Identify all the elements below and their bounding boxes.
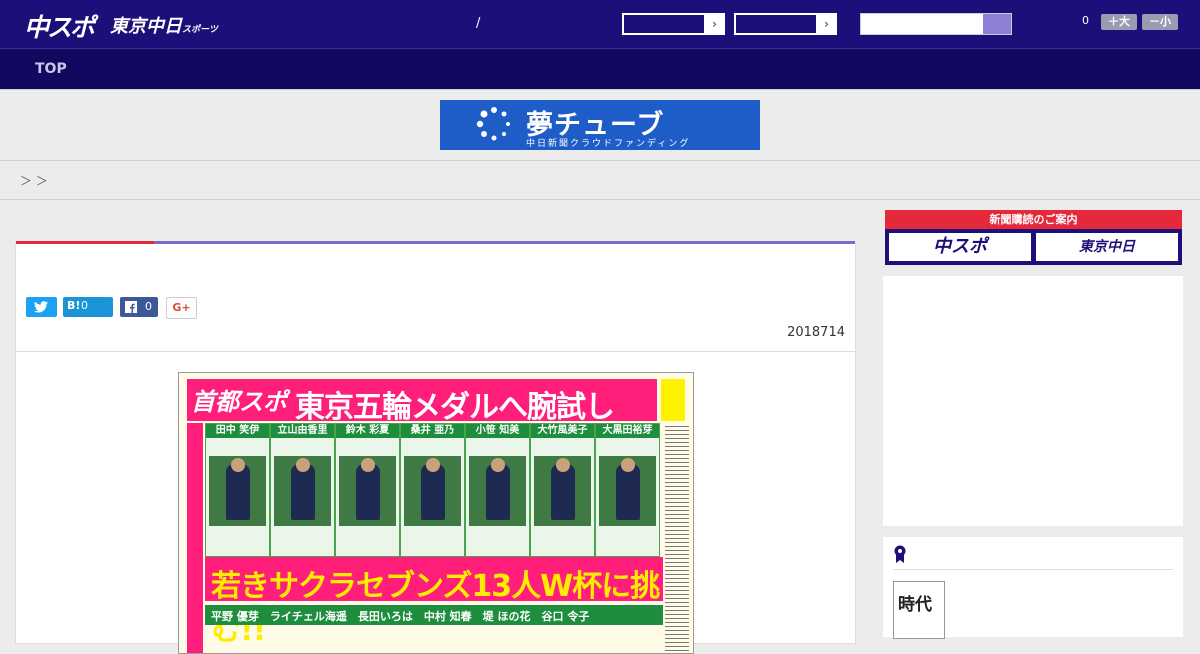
newspaper-side-box <box>661 379 685 421</box>
player-card: 大竹風美子 <box>530 423 595 557</box>
facebook-count: 0 <box>145 300 152 313</box>
newspaper-subheadline-bar: 若きサクラセブンズ13人W杯に挑む!! <box>205 557 663 648</box>
player-name: 立山由香里 <box>271 424 334 438</box>
dots-circle-icon <box>476 107 510 141</box>
facebook-icon <box>125 301 137 313</box>
ad-slot <box>883 276 1183 526</box>
newspaper-row2-names: 平野 優芽 ライチェル海遥 長田いろは 中村 知春 堤 ほの花 谷口 令子 <box>211 610 590 623</box>
nav-item-top[interactable]: TOP <box>35 61 67 77</box>
tokyo-logo-small: スポーツ <box>182 25 218 35</box>
player-card: 立山由香里 <box>270 423 335 557</box>
subscription-label: 新聞購読のご案内 <box>885 210 1182 229</box>
player-card: 桑井 亜乃 <box>400 423 465 557</box>
accent-line-red <box>16 241 154 244</box>
google-plus-button[interactable]: G+ <box>166 297 197 319</box>
newspaper-image: 首都スポ 東京五輪メダルへ腕試しだ!! 田中 笑伊 立山由香里 鈴木 彩夏 桑井… <box>178 372 694 654</box>
article-date: 2018714 <box>787 325 845 340</box>
divider <box>893 569 1173 570</box>
player-card: 小笹 知美 <box>465 423 530 557</box>
tokyo-chunichi-logo[interactable]: 東京中日スポーツ <box>110 12 218 38</box>
chevron-right-icon[interactable]: › <box>817 14 836 34</box>
player-name: 桑井 亜乃 <box>401 424 464 438</box>
player-name: 田中 笑伊 <box>206 424 269 438</box>
newspaper-left-strip <box>187 423 203 653</box>
ranking-thumbnail[interactable]: 時代 <box>893 581 945 639</box>
subscription-box: 新聞購読のご案内 中スポ 東京中日 <box>885 210 1182 265</box>
hatena-count: 0 <box>81 299 88 312</box>
player-name: 大竹風美子 <box>531 424 594 438</box>
twitter-share-button[interactable] <box>26 297 57 317</box>
hatena-bookmark-button[interactable]: B! 0 <box>63 297 113 317</box>
main-nav: TOP <box>0 49 1200 90</box>
chevron-right-icon[interactable]: › <box>705 14 724 34</box>
player-card: 鈴木 彩夏 <box>335 423 400 557</box>
header-separator: / <box>476 16 481 31</box>
search-button[interactable] <box>983 14 1011 34</box>
ranking-box: 時代 <box>883 537 1183 639</box>
thumbnail-text: 時代 <box>898 595 932 615</box>
player-name: 小笹 知美 <box>466 424 529 438</box>
article-card: B! 0 0 G+ 2018714 首都スポ 東京五輪メダルへ腕試しだ!! 田中… <box>15 241 856 654</box>
ribbon-medal-icon <box>894 545 906 563</box>
yume-tube-banner[interactable]: 夢チューブ 中日新聞クラウドファンディング <box>440 100 760 150</box>
newspaper-name-row: 平野 優芽 ライチェル海遥 長田いろは 中村 知春 堤 ほの花 谷口 令子 <box>205 605 663 625</box>
counter: 0 <box>1082 14 1089 27</box>
player-card: 田中 笑伊 <box>205 423 270 557</box>
chuspo-logo[interactable]: 中スポ <box>24 8 95 44</box>
subscribe-tokyo-button[interactable]: 東京中日 <box>1036 233 1178 261</box>
font-size-down-button[interactable]: －小 <box>1142 14 1178 30</box>
facebook-share-button[interactable]: 0 <box>120 297 158 317</box>
twitter-bird-icon <box>34 301 48 313</box>
tokyo-logo-text: 東京中日 <box>110 16 182 37</box>
player-card: 大黒田裕芽 <box>595 423 660 557</box>
category-select-2[interactable]: › <box>734 13 837 35</box>
player-name: 大黒田裕芽 <box>596 424 659 438</box>
newspaper-text-column <box>665 423 689 651</box>
font-size-up-button[interactable]: ＋大 <box>1101 14 1137 30</box>
player-name: 鈴木 彩夏 <box>336 424 399 438</box>
newspaper-brand: 首都スポ <box>191 388 287 416</box>
accent-line-purple <box>154 241 855 244</box>
top-bar: 中スポ 東京中日スポーツ / › › 0 ＋大 －小 <box>0 0 1200 49</box>
category-select-1[interactable]: › <box>622 13 725 35</box>
breadcrumb-bar: ＞ ＞ <box>0 160 1200 200</box>
newspaper-headline-bar: 首都スポ 東京五輪メダルへ腕試しだ!! <box>187 379 657 469</box>
subscribe-chuspo-button[interactable]: 中スポ <box>889 233 1031 261</box>
divider <box>16 351 855 352</box>
banner-subtitle: 中日新聞クラウドファンディング <box>526 139 691 149</box>
search-input[interactable] <box>860 13 1012 35</box>
newspaper-photo-row: 田中 笑伊 立山由香里 鈴木 彩夏 桑井 亜乃 小笹 知美 大竹風美子 大黒田裕… <box>205 423 663 557</box>
hatena-label: B! <box>67 299 81 312</box>
breadcrumb[interactable]: ＞ ＞ <box>20 172 48 189</box>
